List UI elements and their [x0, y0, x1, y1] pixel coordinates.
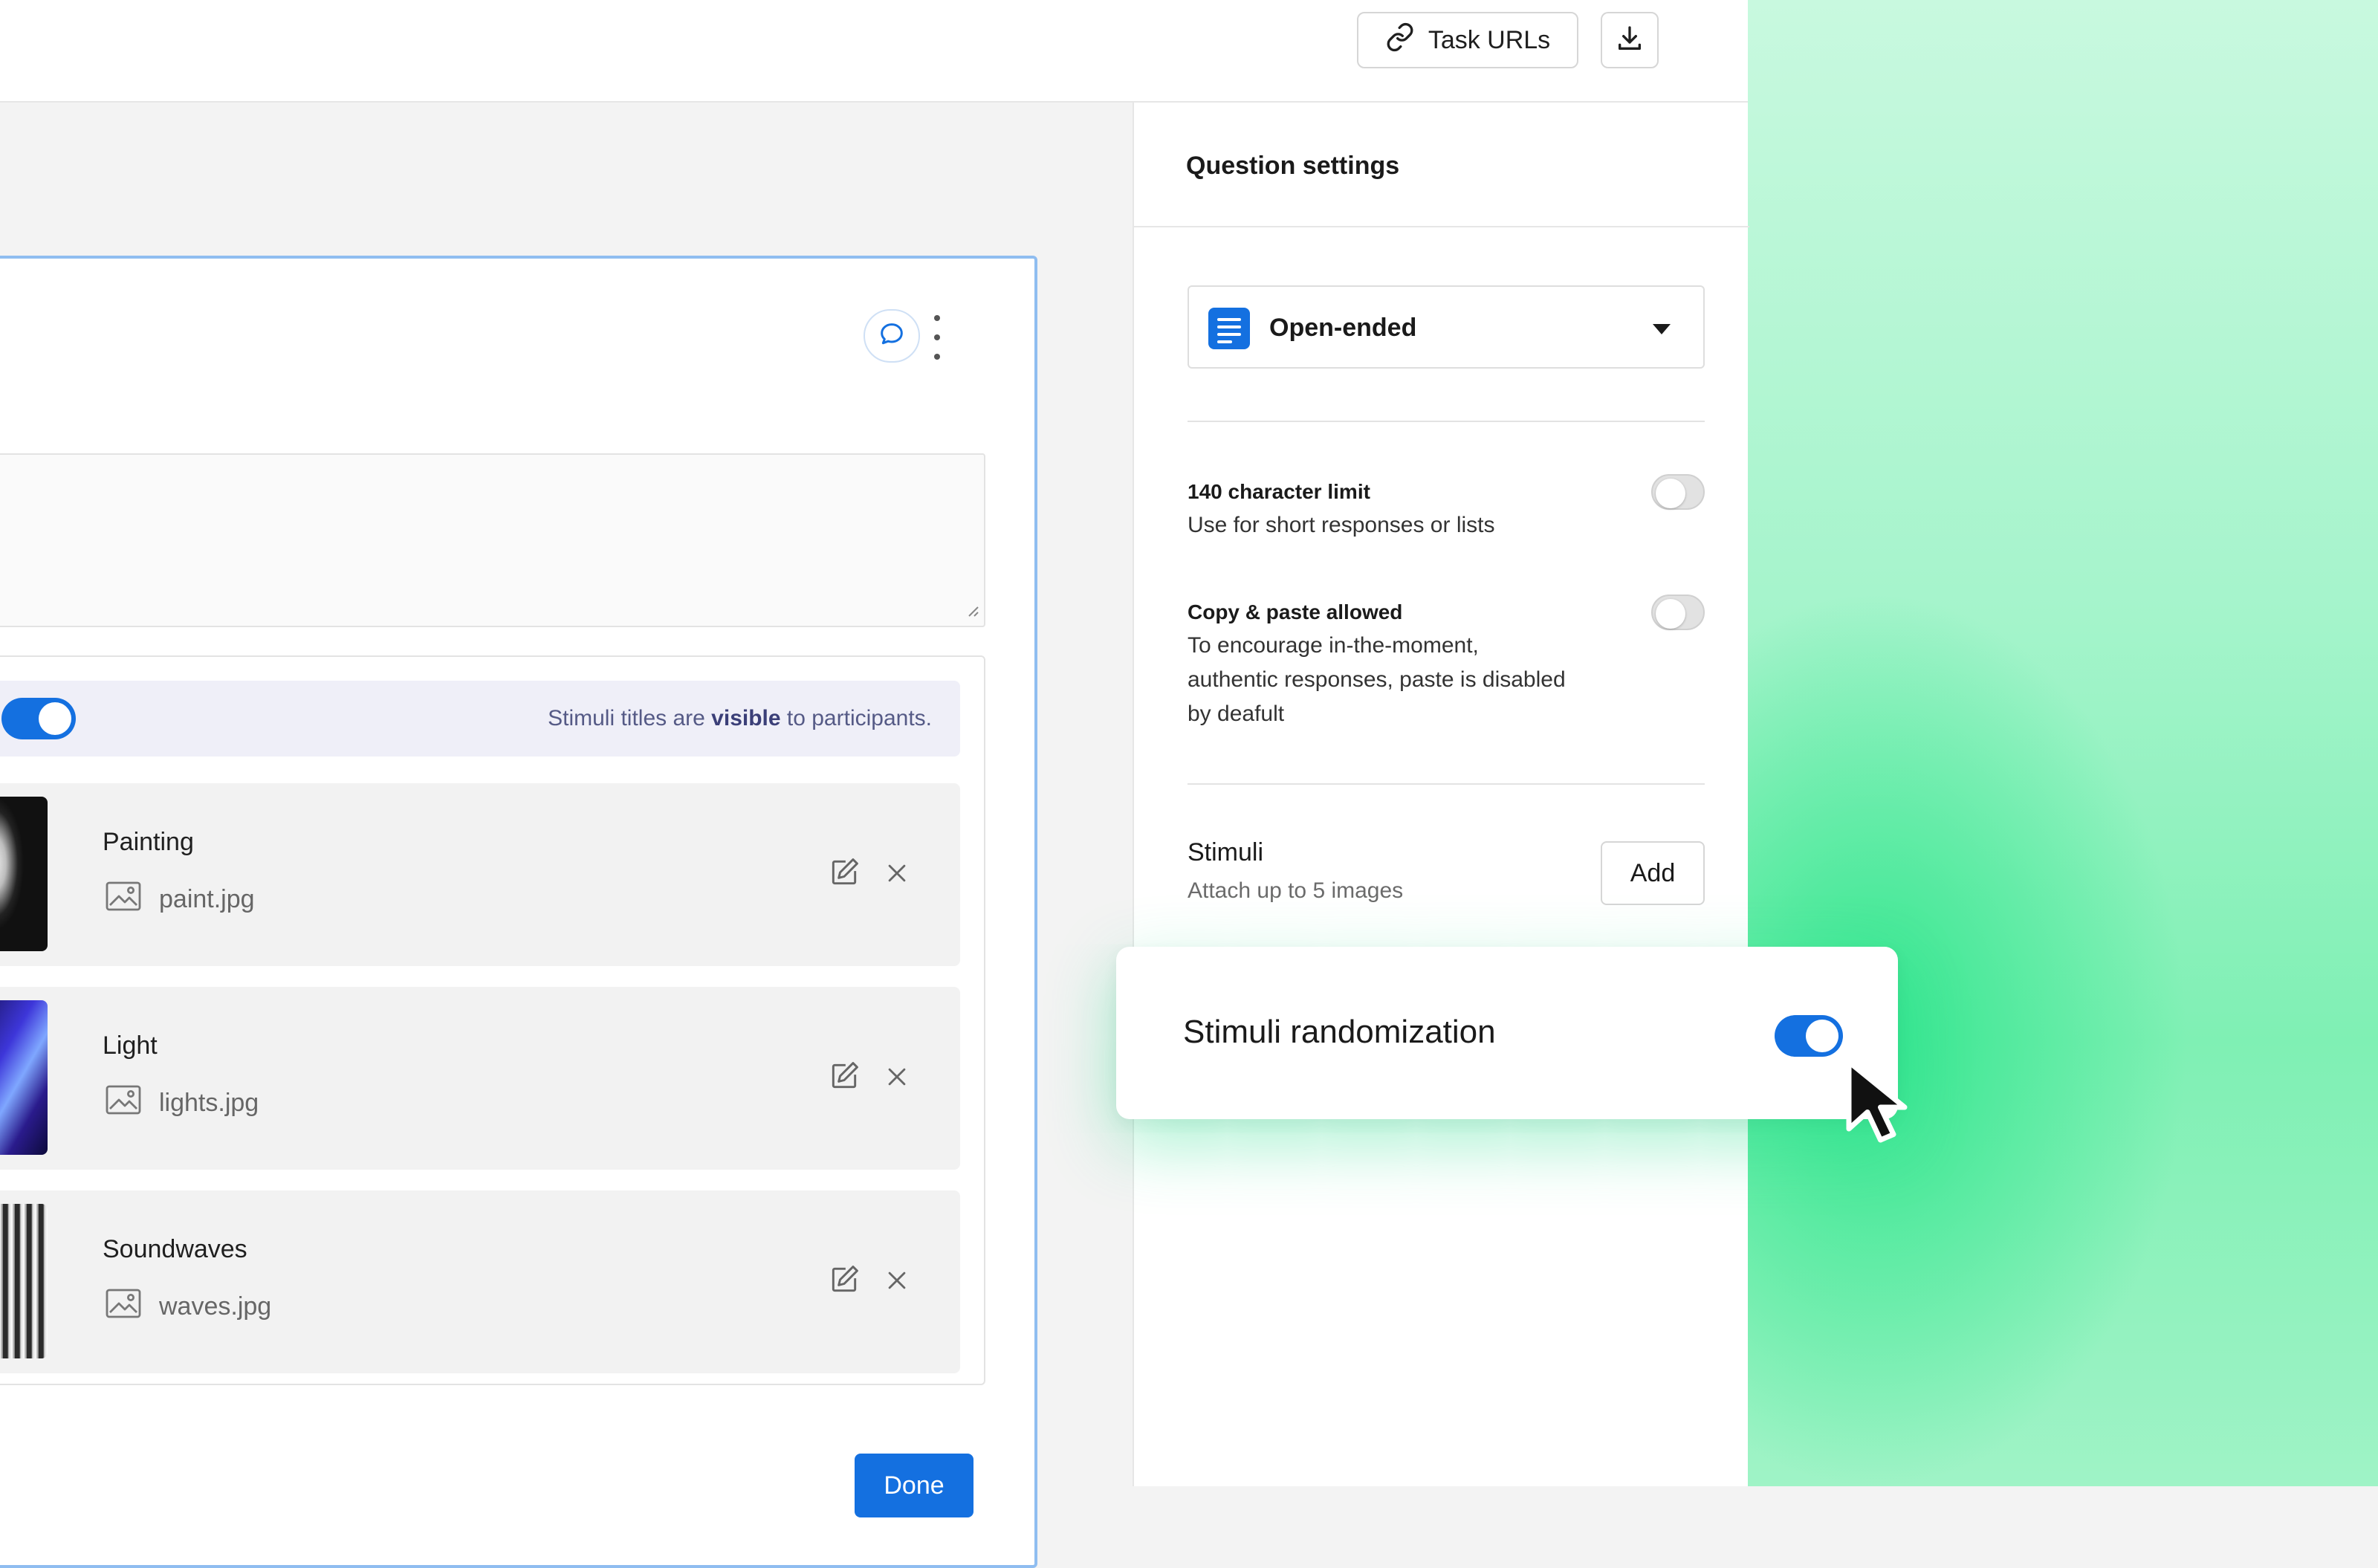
answer-preview-textarea[interactable] — [0, 453, 985, 627]
divider — [1134, 226, 1749, 227]
question-card: Stimuli titles are visible to participan… — [0, 256, 1037, 1568]
task-urls-label: Task URLs — [1428, 25, 1551, 54]
download-icon — [1615, 24, 1645, 57]
stimulus-file: paint.jpg — [106, 881, 255, 918]
stimulus-item: Light lights.jpg — [0, 987, 960, 1170]
close-icon[interactable] — [884, 1268, 910, 1297]
stimuli-panel: Stimuli titles are visible to participan… — [0, 655, 985, 1385]
image-file-icon — [106, 1289, 141, 1325]
image-file-icon — [106, 881, 141, 918]
stimulus-title: Painting — [103, 828, 194, 856]
comment-icon — [877, 320, 907, 353]
edit-icon[interactable] — [828, 856, 861, 892]
text-lines-icon — [1208, 308, 1250, 349]
stimulus-thumbnail — [0, 1204, 48, 1358]
stimulus-thumbnail — [0, 797, 48, 951]
stimuli-visibility-toggle[interactable] — [1, 698, 76, 739]
stimulus-item: Painting paint.jpg — [0, 783, 960, 966]
stimuli-setting-title: Stimuli — [1188, 838, 1264, 866]
stimulus-file: waves.jpg — [106, 1289, 271, 1325]
stimuli-randomization-card: Stimuli randomization — [1116, 947, 1898, 1119]
question-type-select[interactable]: Open-ended — [1188, 285, 1705, 369]
chevron-down-icon — [1653, 324, 1671, 334]
question-settings-panel: Question settings Open-ended 140 charact… — [1133, 103, 1749, 1486]
stimuli-randomization-label: Stimuli randomization — [1183, 1014, 1496, 1050]
edit-icon[interactable] — [828, 1060, 861, 1096]
stimulus-item: Soundwaves waves.jpg — [0, 1190, 960, 1373]
top-toolbar: Task URLs — [0, 0, 1748, 103]
divider — [1188, 421, 1705, 422]
mouse-pointer-icon — [1841, 1058, 1923, 1151]
stimulus-file: lights.jpg — [106, 1085, 259, 1121]
close-icon[interactable] — [884, 1064, 910, 1093]
question-canvas: Stimuli titles are visible to participan… — [0, 103, 1133, 1568]
char-limit-title: 140 character limit — [1188, 480, 1370, 503]
stimulus-filename: lights.jpg — [159, 1089, 259, 1117]
edit-icon[interactable] — [828, 1263, 861, 1300]
done-button[interactable]: Done — [855, 1454, 973, 1517]
close-icon[interactable] — [884, 861, 910, 890]
download-button[interactable] — [1601, 12, 1659, 68]
copy-paste-toggle[interactable] — [1651, 595, 1705, 630]
more-options-icon[interactable] — [926, 315, 948, 360]
settings-title: Question settings — [1186, 152, 1400, 180]
stimulus-thumbnail — [0, 1000, 48, 1155]
copy-paste-title: Copy & paste allowed — [1188, 600, 1403, 623]
stimulus-filename: paint.jpg — [159, 885, 255, 913]
char-limit-desc: Use for short responses or lists — [1188, 513, 1495, 537]
stimuli-visibility-bar: Stimuli titles are visible to participan… — [0, 681, 960, 757]
resize-handle-icon[interactable] — [963, 601, 979, 621]
copy-paste-desc: To encourage in-the-moment, authentic re… — [1188, 633, 1566, 726]
link-icon — [1385, 22, 1415, 59]
divider — [1188, 783, 1705, 785]
stimulus-title: Light — [103, 1031, 158, 1060]
stimuli-setting-subtitle: Attach up to 5 images — [1188, 878, 1404, 903]
comment-button[interactable] — [864, 309, 920, 363]
decorative-green-background — [1748, 0, 2378, 1486]
stimuli-randomization-toggle[interactable] — [1775, 1015, 1843, 1057]
stimuli-visibility-text: Stimuli titles are visible to participan… — [548, 706, 932, 730]
image-file-icon — [106, 1085, 141, 1121]
question-type-label: Open-ended — [1269, 314, 1417, 342]
stimulus-filename: waves.jpg — [159, 1292, 272, 1321]
char-limit-toggle[interactable] — [1651, 474, 1705, 510]
stimulus-title: Soundwaves — [103, 1235, 247, 1263]
task-urls-button[interactable]: Task URLs — [1357, 12, 1578, 68]
add-stimuli-button[interactable]: Add — [1601, 841, 1705, 905]
